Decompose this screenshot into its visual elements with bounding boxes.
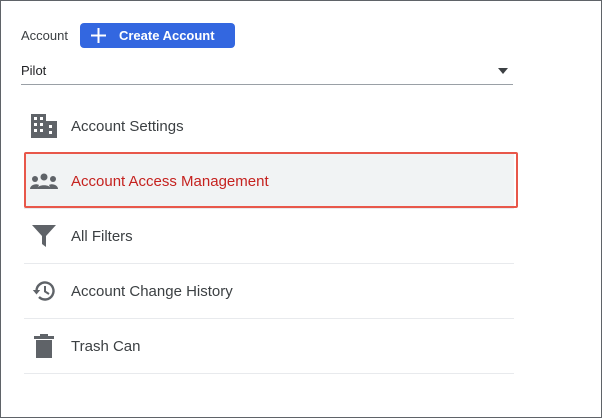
menu-item-label: Trash Can: [71, 337, 141, 355]
filter-icon: [30, 222, 58, 250]
plus-icon: [90, 28, 106, 43]
menu-item-account-access-management[interactable]: Account Access Management: [24, 154, 514, 208]
menu-item-label: Account Change History: [71, 282, 233, 300]
people-icon: [30, 167, 58, 195]
menu-item-account-settings[interactable]: Account Settings: [24, 99, 514, 153]
menu-item-label: All Filters: [71, 227, 133, 245]
account-label: Account: [21, 28, 68, 43]
menu-item-account-change-history[interactable]: Account Change History: [24, 264, 514, 318]
building-icon: [30, 112, 58, 140]
caret-down-icon: [498, 68, 508, 74]
menu-item-trash-can[interactable]: Trash Can: [24, 319, 514, 373]
history-icon: [30, 277, 58, 305]
account-header: Account Create Account: [21, 23, 235, 48]
account-select[interactable]: Pilot: [21, 59, 513, 85]
menu-item-label: Account Settings: [71, 117, 184, 135]
create-account-button[interactable]: Create Account: [79, 23, 235, 48]
menu-item-all-filters[interactable]: All Filters: [24, 209, 514, 263]
menu-divider: [24, 373, 514, 374]
account-select-value: Pilot: [21, 63, 47, 78]
create-account-button-label: Create Account: [118, 28, 215, 43]
menu-item-label: Account Access Management: [71, 172, 269, 190]
trash-icon: [30, 332, 58, 360]
